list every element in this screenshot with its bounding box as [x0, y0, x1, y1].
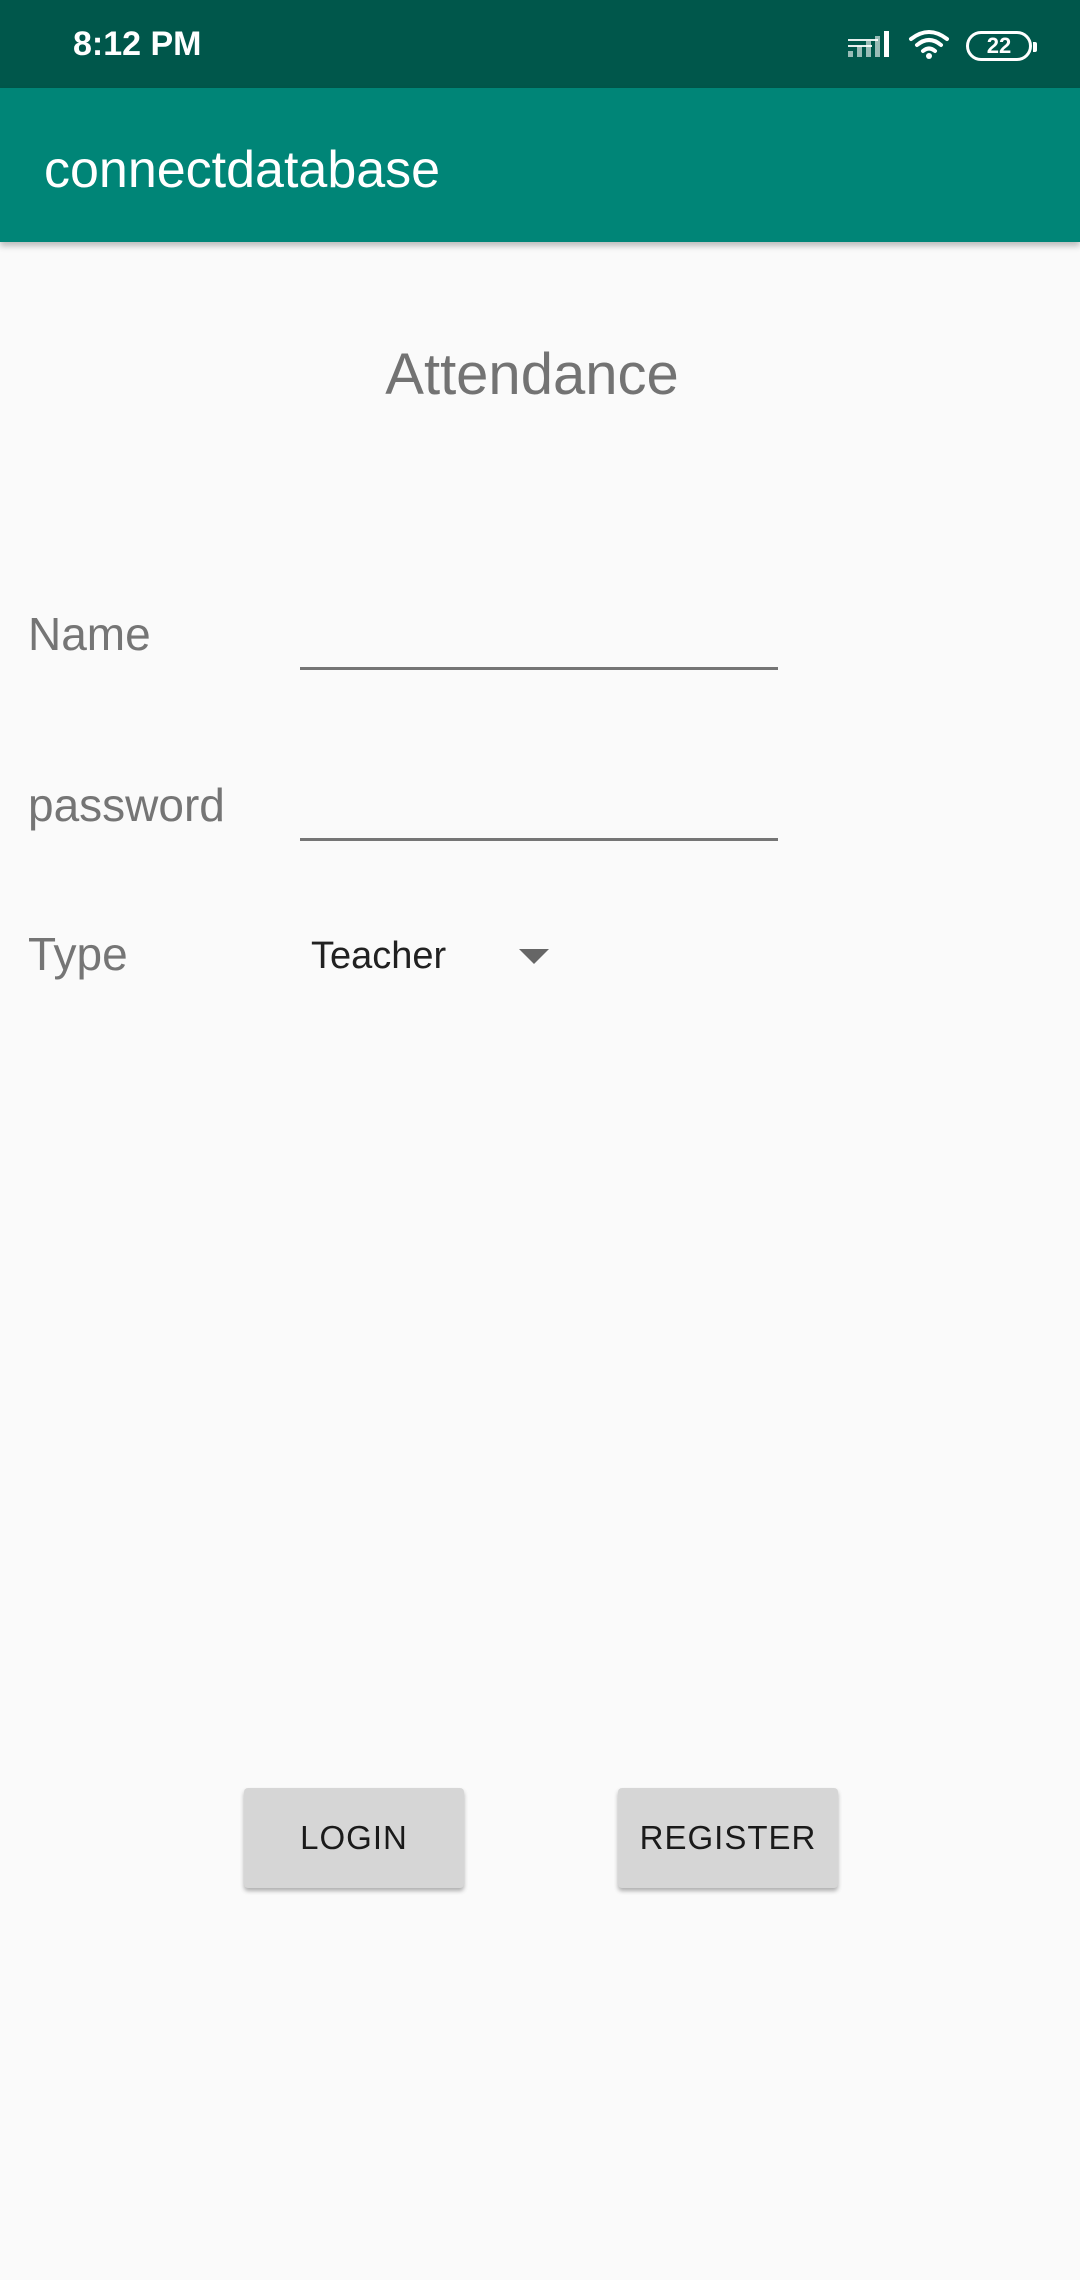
- type-spinner[interactable]: Teacher: [300, 920, 570, 992]
- signal-icon: [848, 29, 892, 64]
- status-icons: 22: [848, 26, 1037, 66]
- register-button[interactable]: REGISTER: [618, 1788, 838, 1888]
- page-title: Attendance: [385, 342, 679, 407]
- type-selected-value: Teacher: [311, 935, 447, 977]
- battery-level: 22: [986, 33, 1012, 58]
- app-bar: connectdatabase: [0, 88, 1080, 242]
- password-label: password: [28, 779, 225, 831]
- name-label: Name: [28, 608, 151, 660]
- status-bar: 8:12 PM 22: [0, 0, 1080, 88]
- login-button[interactable]: LOGIN: [244, 1788, 464, 1888]
- wifi-icon: [908, 28, 950, 65]
- type-label: Type: [28, 928, 128, 980]
- battery-tip: [1033, 42, 1037, 52]
- status-time: 8:12 PM: [73, 25, 202, 63]
- dropdown-arrow-icon: [519, 949, 549, 964]
- battery-icon: 22: [966, 31, 1037, 61]
- app-title: connectdatabase: [44, 141, 441, 199]
- name-input[interactable]: [300, 600, 778, 670]
- password-input[interactable]: [300, 771, 778, 841]
